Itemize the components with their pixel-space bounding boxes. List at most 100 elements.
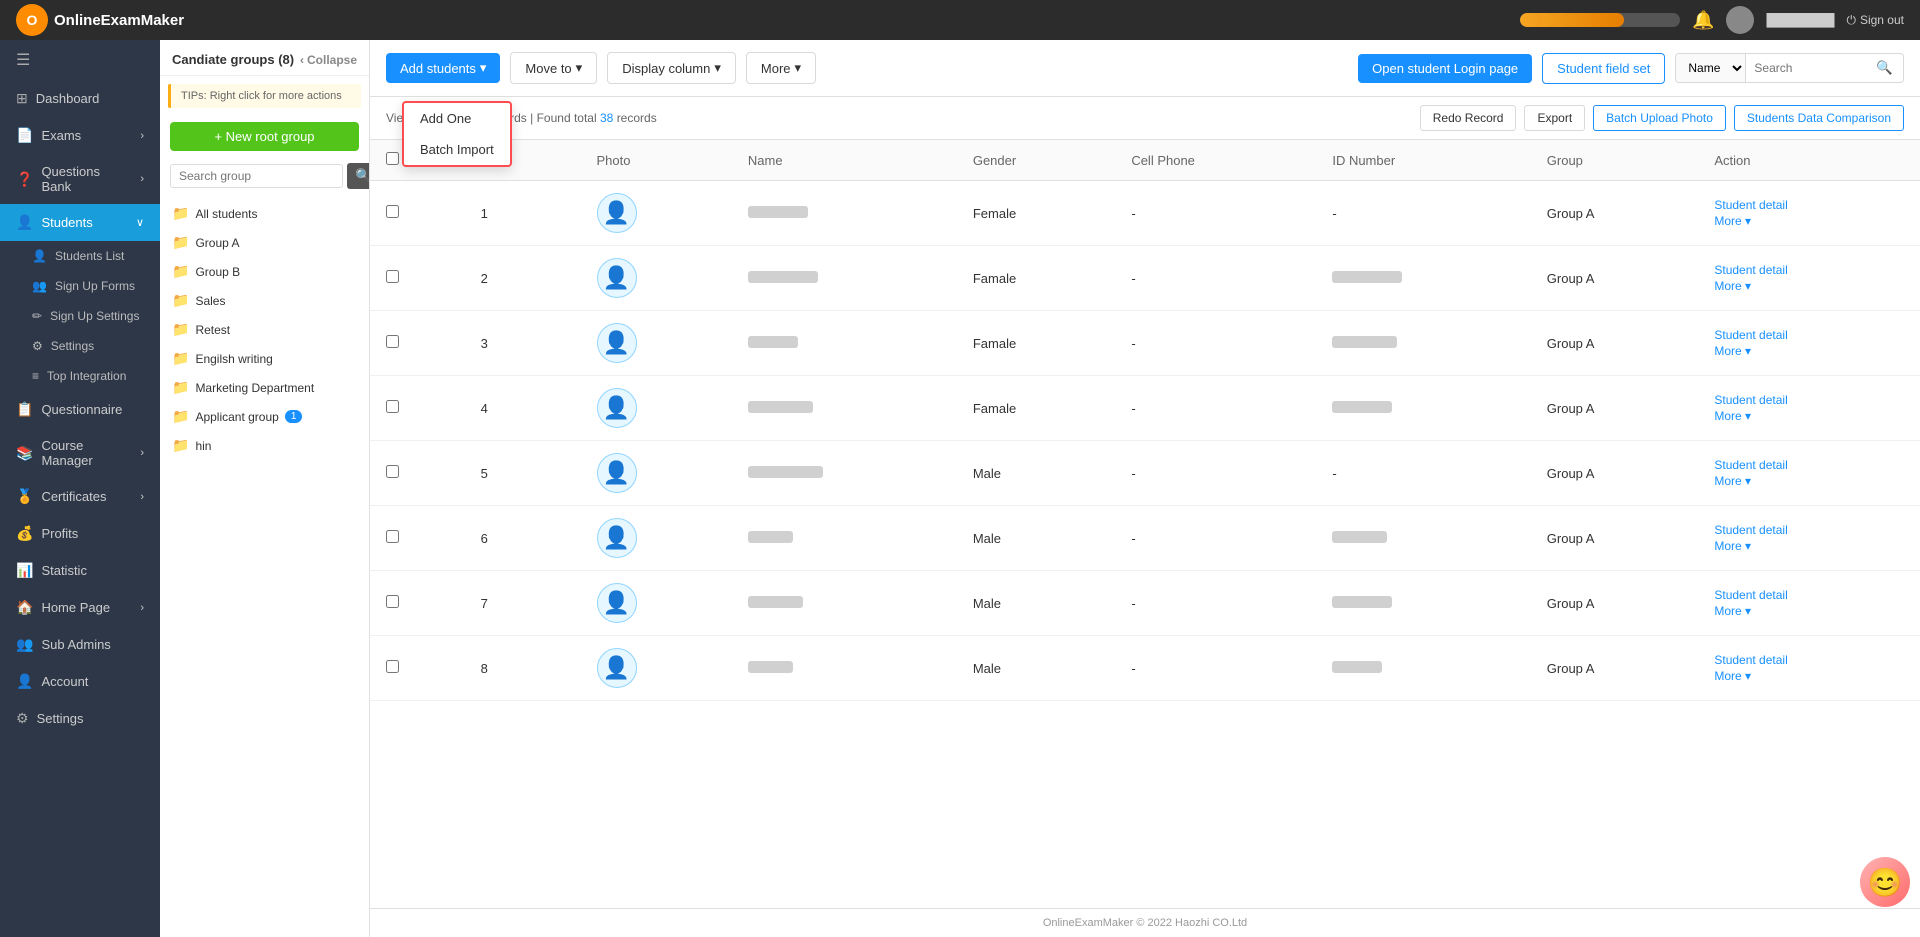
user-avatar-icon: 👤	[603, 460, 630, 486]
batch-upload-photo-button[interactable]: Batch Upload Photo	[1593, 105, 1726, 131]
group-list: 📁 All students 📁 Group A 📁 Group B 📁 Sal…	[160, 195, 369, 464]
more-action-link[interactable]: More ▾	[1714, 474, 1751, 488]
sidebar-item-label: Account	[41, 674, 88, 689]
groups-title: Candiate groups (8)	[172, 52, 294, 67]
avatar: 👤	[597, 323, 637, 363]
sidebar-item-home-page[interactable]: 🏠 Home Page ›	[0, 589, 160, 626]
records-info: records | Found total 38 records	[487, 111, 657, 125]
col-action: Action	[1698, 140, 1920, 181]
export-button[interactable]: Export	[1524, 105, 1585, 131]
student-detail-link[interactable]: Student detail	[1714, 523, 1787, 537]
collapse-button[interactable]: ‹ Collapse	[300, 53, 357, 67]
display-column-button[interactable]: Display column ▾	[607, 52, 736, 84]
move-to-button[interactable]: Move to ▾	[510, 52, 597, 84]
student-field-set-button[interactable]: Student field set	[1542, 53, 1665, 84]
row-checkbox[interactable]	[386, 530, 399, 543]
sidebar-item-settings[interactable]: ⚙ Settings	[0, 700, 160, 737]
row-checkbox[interactable]	[386, 465, 399, 478]
open-login-page-button[interactable]: Open student Login page	[1358, 54, 1532, 83]
progress-bar-fill	[1520, 13, 1624, 27]
hamburger-icon[interactable]: ☰	[0, 40, 160, 80]
student-detail-link[interactable]: Student detail	[1714, 653, 1787, 667]
sidebar-item-questions-bank[interactable]: ❓ Questions Bank ›	[0, 154, 160, 204]
group-search-input[interactable]	[170, 164, 343, 188]
list-item[interactable]: 📁 Applicant group 1	[160, 402, 369, 431]
student-detail-link[interactable]: Student detail	[1714, 198, 1787, 212]
row-checkbox[interactable]	[386, 595, 399, 608]
row-checkbox[interactable]	[386, 660, 399, 673]
students-table: NO. Photo Name Gender Cell Phone ID Numb…	[370, 140, 1920, 701]
search-button[interactable]: 🔍	[1866, 54, 1903, 82]
student-detail-link[interactable]: Student detail	[1714, 328, 1787, 342]
student-detail-link[interactable]: Student detail	[1714, 588, 1787, 602]
row-checkbox[interactable]	[386, 335, 399, 348]
more-action-link[interactable]: More ▾	[1714, 604, 1751, 618]
cell-phone: -	[1115, 571, 1316, 636]
more-action-link[interactable]: More ▾	[1714, 214, 1751, 228]
list-item[interactable]: 📁 Group A	[160, 228, 369, 257]
top-nav: O OnlineExamMaker 🔔 ████████ ⏻ Sign out	[0, 0, 1920, 40]
sub-admins-icon: 👥	[16, 636, 33, 653]
sidebar-item-profits[interactable]: 💰 Profits	[0, 515, 160, 552]
select-all-checkbox[interactable]	[386, 152, 399, 165]
sidebar-sub-item-students-list[interactable]: 👤 Students List	[0, 241, 160, 271]
search-input[interactable]	[1746, 55, 1866, 81]
list-item[interactable]: 📁 All students	[160, 199, 369, 228]
search-type-select[interactable]: Name	[1676, 54, 1746, 82]
list-item[interactable]: 📁 Sales	[160, 286, 369, 315]
row-checkbox[interactable]	[386, 400, 399, 413]
sidebar-item-exams[interactable]: 📄 Exams ›	[0, 117, 160, 154]
sidebar-item-label: Questionnaire	[41, 402, 122, 417]
sidebar-item-label: Exams	[41, 128, 81, 143]
sidebar-item-course-manager[interactable]: 📚 Course Manager ›	[0, 428, 160, 478]
sidebar-sub-item-sign-up-settings[interactable]: ✏ Sign Up Settings	[0, 301, 160, 331]
list-item[interactable]: 📁 Group B	[160, 257, 369, 286]
student-detail-link[interactable]: Student detail	[1714, 263, 1787, 277]
row-checkbox[interactable]	[386, 205, 399, 218]
chat-avatar[interactable]: 😊	[1860, 857, 1910, 907]
sidebar-item-account[interactable]: 👤 Account	[0, 663, 160, 700]
more-button[interactable]: More ▾	[746, 52, 816, 84]
students-data-comparison-button[interactable]: Students Data Comparison	[1734, 105, 1904, 131]
sidebar-sub-item-settings[interactable]: ⚙ Settings	[0, 331, 160, 361]
home-icon: 🏠	[16, 599, 33, 616]
sidebar-item-students[interactable]: 👤 Students ∨	[0, 204, 160, 241]
more-action-link[interactable]: More ▾	[1714, 344, 1751, 358]
bell-icon[interactable]: 🔔	[1692, 10, 1714, 31]
more-action-link[interactable]: More ▾	[1714, 539, 1751, 553]
list-item[interactable]: 📁 hin	[160, 431, 369, 460]
sidebar-item-certificates[interactable]: 🏅 Certificates ›	[0, 478, 160, 515]
group-search-button[interactable]: 🔍	[347, 163, 370, 189]
top-nav-right: 🔔 ████████ ⏻ Sign out	[1520, 6, 1904, 34]
blurred-name	[748, 661, 793, 673]
more-action-link[interactable]: More ▾	[1714, 409, 1751, 423]
list-item[interactable]: 📁 Marketing Department	[160, 373, 369, 402]
group-name: Applicant group	[195, 410, 278, 424]
sidebar-item-questionnaire[interactable]: 📋 Questionnaire	[0, 391, 160, 428]
settings-icon: ⚙	[16, 710, 29, 727]
add-students-button[interactable]: Add students ▾	[386, 53, 500, 83]
more-action-link[interactable]: More ▾	[1714, 279, 1751, 293]
sidebar-item-dashboard[interactable]: ⊞ Dashboard	[0, 80, 160, 117]
sub-item-label: Sign Up Forms	[55, 279, 135, 293]
new-root-group-button[interactable]: + New root group	[170, 122, 359, 151]
sub-item-icon: 👥	[32, 279, 47, 293]
blurred-name	[748, 271, 818, 283]
student-detail-link[interactable]: Student detail	[1714, 393, 1787, 407]
more-action-link[interactable]: More ▾	[1714, 669, 1751, 683]
batch-import-menu-item[interactable]: Batch Import	[404, 134, 510, 165]
add-one-menu-item[interactable]: Add One	[404, 103, 510, 134]
cell-gender: Female	[957, 181, 1115, 246]
cell-gender: Male	[957, 571, 1115, 636]
row-checkbox[interactable]	[386, 270, 399, 283]
list-item[interactable]: 📁 Engilsh writing	[160, 344, 369, 373]
sidebar-item-sub-admins[interactable]: 👥 Sub Admins	[0, 626, 160, 663]
sign-out-button[interactable]: ⏻ Sign out	[1846, 13, 1904, 28]
list-item[interactable]: 📁 Retest	[160, 315, 369, 344]
sidebar-sub-item-top-integration[interactable]: ≡ Top Integration	[0, 361, 160, 391]
sidebar-sub-item-sign-up-forms[interactable]: 👥 Sign Up Forms	[0, 271, 160, 301]
sidebar-item-statistic[interactable]: 📊 Statistic	[0, 552, 160, 589]
redo-record-button[interactable]: Redo Record	[1420, 105, 1517, 131]
table-header-row: NO. Photo Name Gender Cell Phone ID Numb…	[370, 140, 1920, 181]
student-detail-link[interactable]: Student detail	[1714, 458, 1787, 472]
